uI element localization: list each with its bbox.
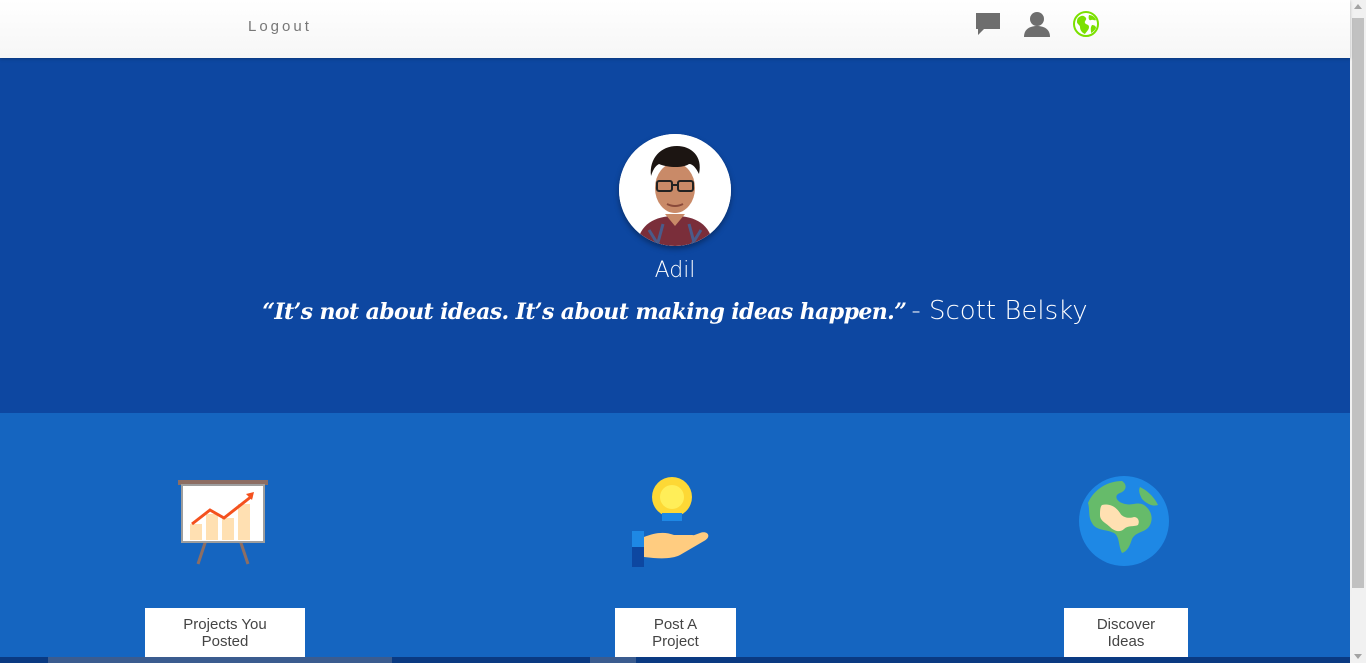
bottom-strip-segment	[590, 657, 636, 663]
bottom-strip	[0, 657, 1350, 663]
scroll-down-arrow[interactable]	[1354, 654, 1362, 659]
post-a-project-button[interactable]: Post A Project	[615, 608, 736, 658]
bottom-strip-segment	[48, 657, 392, 663]
chat-icon[interactable]	[974, 10, 1002, 38]
top-navbar: Logout	[0, 0, 1350, 58]
idea-hand-icon	[632, 477, 709, 567]
vertical-scrollbar[interactable]	[1350, 0, 1366, 663]
features-section: Projects You Posted Post A Project Disco…	[0, 413, 1350, 663]
scroll-up-arrow[interactable]	[1354, 4, 1362, 9]
quote-author: - Scott Belsky	[911, 296, 1088, 326]
profile-name: Adil	[654, 258, 696, 283]
discover-ideas-button[interactable]: Discover Ideas	[1064, 608, 1188, 658]
globe-icon[interactable]	[1072, 10, 1100, 38]
projects-you-posted-button[interactable]: Projects You Posted	[145, 608, 305, 658]
earth-icon	[1079, 476, 1169, 566]
quote-text: “It’s not about ideas. It’s about making…	[262, 299, 907, 325]
logout-link[interactable]: Logout	[248, 18, 312, 35]
scroll-thumb[interactable]	[1352, 18, 1364, 588]
profile-hero: Adil “It’s not about ideas. It’s about m…	[0, 58, 1350, 413]
avatar-photo	[619, 134, 731, 246]
user-icon[interactable]	[1023, 10, 1051, 38]
avatar	[619, 134, 731, 246]
presentation-chart-icon	[178, 480, 268, 565]
quote-line: “It’s not about ideas. It’s about making…	[0, 296, 1350, 326]
